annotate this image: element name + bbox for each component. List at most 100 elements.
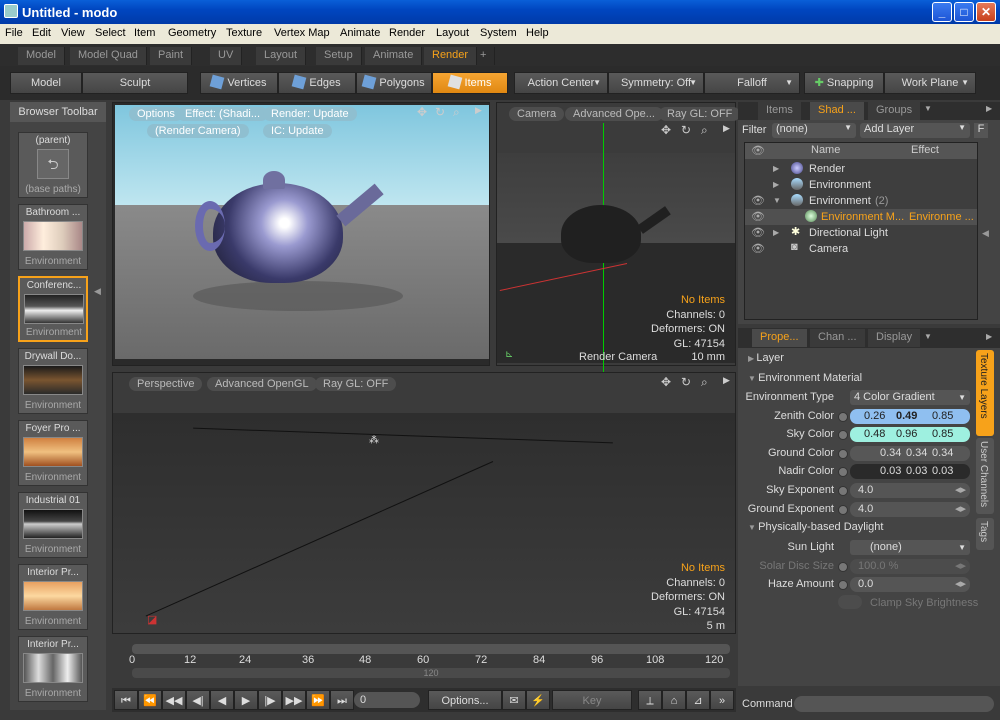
expand-icon[interactable]: »: [710, 690, 734, 710]
eye-icon[interactable]: 👁: [751, 226, 765, 239]
browser-item-conference[interactable]: Conferenc... Environment: [18, 276, 88, 342]
side-tab-user-channels[interactable]: User Channels: [976, 438, 994, 514]
step-forward-icon[interactable]: ▶▶: [282, 690, 306, 710]
sky-exp-value[interactable]: 4.0: [858, 483, 873, 498]
camera-viewport[interactable]: Camera Advanced Ope... Ray GL: OFF ✥ ↻ ⌕…: [496, 102, 741, 373]
rotate-icon[interactable]: ↻: [435, 105, 445, 119]
dropdown-arrow-icon[interactable]: ▼: [924, 332, 932, 341]
tab-properties[interactable]: Prope...: [752, 329, 807, 347]
tab-setup[interactable]: Setup: [316, 47, 362, 65]
render-options-button[interactable]: Options: [129, 107, 183, 121]
tab-uv[interactable]: UV: [210, 47, 243, 65]
menu-edit[interactable]: Edit: [32, 27, 51, 39]
tree-row[interactable]: 👁 ◙ Camera: [745, 241, 977, 257]
tab-layout[interactable]: Layout: [256, 47, 307, 65]
sky-b[interactable]: 0.85: [932, 427, 953, 442]
timeline-track[interactable]: [132, 644, 730, 654]
edges-button[interactable]: Edges: [278, 72, 356, 94]
browser-item-interior-1[interactable]: Interior Pr... Environment: [18, 564, 88, 630]
ground-exp-value[interactable]: 4.0: [858, 502, 873, 517]
tab-model[interactable]: Model: [18, 47, 65, 65]
collapse-arrow-icon[interactable]: ▼: [773, 196, 781, 205]
haze-anim-dot[interactable]: [838, 580, 848, 590]
collapse-arrow-icon[interactable]: ◀: [982, 228, 989, 239]
zenith-anim-dot[interactable]: [838, 412, 848, 422]
zenith-color-field[interactable]: 0.26 0.49 0.85: [850, 409, 970, 424]
slider-arrows-icon[interactable]: ◂▸: [955, 502, 966, 517]
camera-mode-button[interactable]: Advanced Ope...: [565, 107, 663, 121]
slider-arrows-icon[interactable]: ◂▸: [955, 559, 966, 574]
menu-animate[interactable]: Animate: [340, 27, 380, 39]
pan-icon[interactable]: ✥: [661, 123, 671, 137]
tab-groups[interactable]: Groups: [868, 102, 921, 120]
camera-select-button[interactable]: Camera: [509, 107, 565, 121]
action-center-button[interactable]: Action Center ▼: [514, 72, 608, 94]
play-icon[interactable]: ▶: [234, 690, 258, 710]
render-camera-button[interactable]: (Render Camera): [147, 124, 249, 138]
sculpt-button[interactable]: Sculpt: [82, 72, 188, 94]
tab-render[interactable]: Render: [424, 47, 478, 65]
menu-render[interactable]: Render: [389, 27, 425, 39]
viewport-menu-icon[interactable]: ▶: [723, 123, 730, 134]
key-tool-icon[interactable]: ⌂: [662, 690, 686, 710]
prev-frame-icon[interactable]: ◀|: [186, 690, 210, 710]
sky-color-field[interactable]: 0.48 0.96 0.85: [850, 427, 970, 442]
browser-item-foyer[interactable]: Foyer Pro ... Environment: [18, 420, 88, 486]
timeline-options-button[interactable]: Options...: [428, 690, 502, 710]
browser-item-bathroom[interactable]: Bathroom ... Environment: [18, 204, 88, 270]
play-back-icon[interactable]: ◀: [210, 690, 234, 710]
menu-select[interactable]: Select: [95, 27, 126, 39]
symmetry-button[interactable]: Symmetry: Off ▼: [608, 72, 704, 94]
current-frame-field[interactable]: 0: [354, 692, 420, 708]
next-frame-icon[interactable]: |▶: [258, 690, 282, 710]
perspective-button[interactable]: Perspective: [129, 377, 203, 391]
range-slider[interactable]: 120: [132, 668, 730, 678]
dropdown-arrow-icon[interactable]: ▼: [924, 104, 932, 113]
menu-layout[interactable]: Layout: [436, 27, 469, 39]
audio-icon[interactable]: ✉: [502, 690, 526, 710]
filter-dropdown[interactable]: (none) ▼: [772, 123, 856, 138]
browser-item-parent[interactable]: (parent) ⮌ (base paths): [18, 132, 88, 198]
timeline[interactable]: 0 12 24 36 48 60 72 84 96 108 120 120: [112, 638, 736, 682]
snapping-button[interactable]: ✚ Snapping: [804, 72, 884, 94]
viewport-menu-icon[interactable]: ▶: [723, 375, 730, 386]
work-plane-button[interactable]: Work Plane ▼: [884, 72, 976, 94]
env-type-dropdown[interactable]: 4 Color Gradient ▼: [850, 390, 970, 405]
perspective-viewport[interactable]: ⁂ Perspective Advanced OpenGL Ray GL: OF…: [112, 372, 736, 634]
ground-r[interactable]: 0.34: [880, 446, 901, 461]
zenith-b[interactable]: 0.85: [932, 409, 953, 424]
tab-shader-tree[interactable]: Shad ...: [810, 102, 864, 120]
add-layer-dropdown[interactable]: Add Layer ▼: [860, 123, 970, 138]
ground-exp-anim-dot[interactable]: [838, 505, 848, 515]
menu-geometry[interactable]: Geometry: [168, 27, 216, 39]
menu-item[interactable]: Item: [134, 27, 155, 39]
polygons-button[interactable]: Polygons: [356, 72, 432, 94]
record-icon[interactable]: ⚡: [526, 690, 550, 710]
viewport-menu-icon[interactable]: ▶: [475, 105, 482, 116]
command-input[interactable]: [794, 696, 994, 712]
tab-model-quad[interactable]: Model Quad: [70, 47, 147, 65]
menu-file[interactable]: File: [5, 27, 23, 39]
ground-exp-field[interactable]: 4.0 ◂▸: [850, 502, 970, 517]
sun-dropdown[interactable]: (none) ▼: [850, 540, 970, 555]
menu-view[interactable]: View: [61, 27, 85, 39]
render-update-button[interactable]: Render: Update: [263, 107, 357, 121]
key-tool-icon[interactable]: ⟂: [638, 690, 662, 710]
add-tab-button[interactable]: +: [472, 47, 496, 65]
zoom-icon[interactable]: ⌕: [453, 105, 460, 120]
sky-anim-dot[interactable]: [838, 430, 848, 440]
panel-menu-icon[interactable]: ▶: [986, 104, 992, 113]
side-tab-tags[interactable]: Tags: [976, 518, 994, 550]
rotate-icon[interactable]: ↻: [681, 375, 691, 389]
vertices-button[interactable]: Vertices: [200, 72, 278, 94]
solar-field[interactable]: 100.0 % ◂▸: [850, 559, 970, 574]
prev-key-icon[interactable]: ⏪: [138, 690, 162, 710]
nadir-r[interactable]: 0.03: [880, 464, 901, 479]
next-key-icon[interactable]: ⏩: [306, 690, 330, 710]
nadir-g[interactable]: 0.03: [906, 464, 927, 479]
ground-b[interactable]: 0.34: [932, 446, 953, 461]
eye-icon[interactable]: 👁: [751, 242, 765, 255]
browser-item-industrial[interactable]: Industrial 01 Environment: [18, 492, 88, 558]
browser-item-drywall[interactable]: Drywall Do... Environment: [18, 348, 88, 414]
tab-display[interactable]: Display: [868, 329, 921, 347]
